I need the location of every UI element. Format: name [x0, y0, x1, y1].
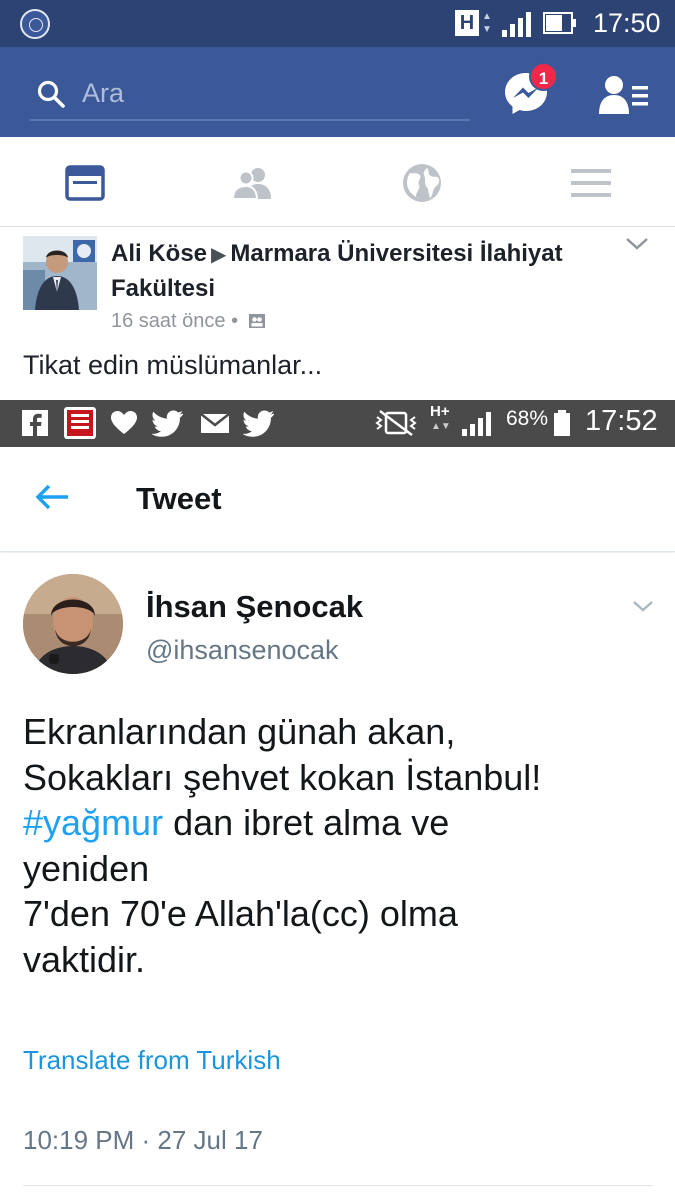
menu-icon[interactable] — [569, 161, 613, 205]
tweet-author-name[interactable]: İhsan Şenocak — [146, 589, 363, 625]
facebook-header: 1 — [0, 47, 675, 137]
globe-icon[interactable] — [400, 161, 444, 205]
messenger-badge: 1 — [529, 62, 558, 91]
divider — [23, 1185, 653, 1186]
friends-icon[interactable] — [231, 161, 275, 205]
tweet-text: Ekranlarından günah akan, Sokakları şehv… — [23, 709, 663, 982]
chevron-down-icon[interactable] — [624, 234, 650, 254]
tweet-author-avatar[interactable] — [23, 574, 123, 674]
battery-icon — [543, 12, 576, 34]
embedded-status-bar: H+ ▲▼ 68% 17:52 — [0, 400, 675, 447]
battery-percent: 68% — [506, 407, 549, 430]
chevron-down-icon[interactable] — [631, 597, 655, 615]
post-meta: 16 saat önce • — [111, 310, 266, 333]
mail-icon — [200, 413, 230, 433]
meta-separator: • — [231, 310, 239, 332]
tweet-text-line: 7'den 70'e Allah'la(cc) olma — [23, 893, 458, 934]
tweet-timestamp: 10:19 PM · 27 Jul 17 — [23, 1125, 263, 1155]
status-bar: H ▲ ▼ 17:50 — [0, 0, 675, 47]
news-app-icon — [64, 407, 96, 439]
search-input[interactable] — [82, 75, 462, 111]
post-text: Tikat edin müslümanlar... — [23, 350, 323, 380]
tweet-author-handle[interactable]: @ihsansenocak — [146, 635, 339, 666]
post-author[interactable]: Ali Köse — [111, 240, 207, 267]
battery-icon — [554, 410, 570, 436]
notification-app-icon — [20, 9, 50, 39]
tweet-text-fragment: dan ibret alma ve — [163, 802, 450, 843]
hashtag-link[interactable]: #yağmur — [23, 802, 163, 843]
signal-icon — [502, 12, 531, 37]
news-feed-icon[interactable] — [63, 161, 107, 205]
signal-icon — [462, 412, 491, 436]
twitter-bird-icon — [152, 410, 183, 437]
data-activity-icon: ▲▼ — [482, 11, 492, 35]
search-icon — [37, 80, 65, 108]
back-arrow-icon[interactable] — [34, 483, 70, 511]
author-avatar[interactable] — [23, 236, 97, 310]
friend-requests-icon[interactable] — [598, 74, 650, 118]
facebook-post: Ali Köse ▶ Marmara Üniversitesi İlahiyat F… — [0, 228, 675, 400]
tweet-text-line: Sokakları şehvet kokan İstanbul! — [23, 756, 542, 798]
tweet-header: Tweet — [0, 447, 675, 552]
network-type-label: H+ — [430, 403, 450, 420]
tweet-text-line: #yağmur dan ibret alma ve — [23, 800, 663, 846]
tweet: İhsan Şenocak @ihsansenocak Ekranlarında… — [0, 553, 675, 1200]
share-arrow-icon: ▶ — [211, 244, 227, 266]
translate-link[interactable]: Translate from Turkish — [23, 1045, 281, 1076]
post-time[interactable]: 16 saat önce — [111, 310, 226, 332]
network-type-icon: H — [455, 10, 479, 36]
tweet-text-line: yeniden — [23, 847, 150, 889]
tweet-text-line: Ekranlarından günah akan, — [23, 711, 456, 752]
tweet-text-line: vaktidir. — [23, 938, 146, 980]
mute-vibrate-icon — [375, 410, 417, 436]
page-title: Tweet — [136, 481, 222, 516]
search-bar[interactable] — [30, 65, 470, 121]
status-time: 17:52 — [585, 405, 658, 437]
tab-bar — [0, 137, 675, 227]
status-time: 17:50 — [593, 8, 661, 38]
group-privacy-icon — [248, 314, 265, 328]
facebook-icon — [22, 410, 48, 436]
data-activity-icon: ▲▼ — [431, 421, 451, 432]
twitter-bird-icon — [243, 410, 274, 437]
post-header: Ali Köse ▶ Marmara Üniversitesi İlahiyat F… — [111, 237, 611, 305]
heart-icon — [111, 411, 137, 434]
